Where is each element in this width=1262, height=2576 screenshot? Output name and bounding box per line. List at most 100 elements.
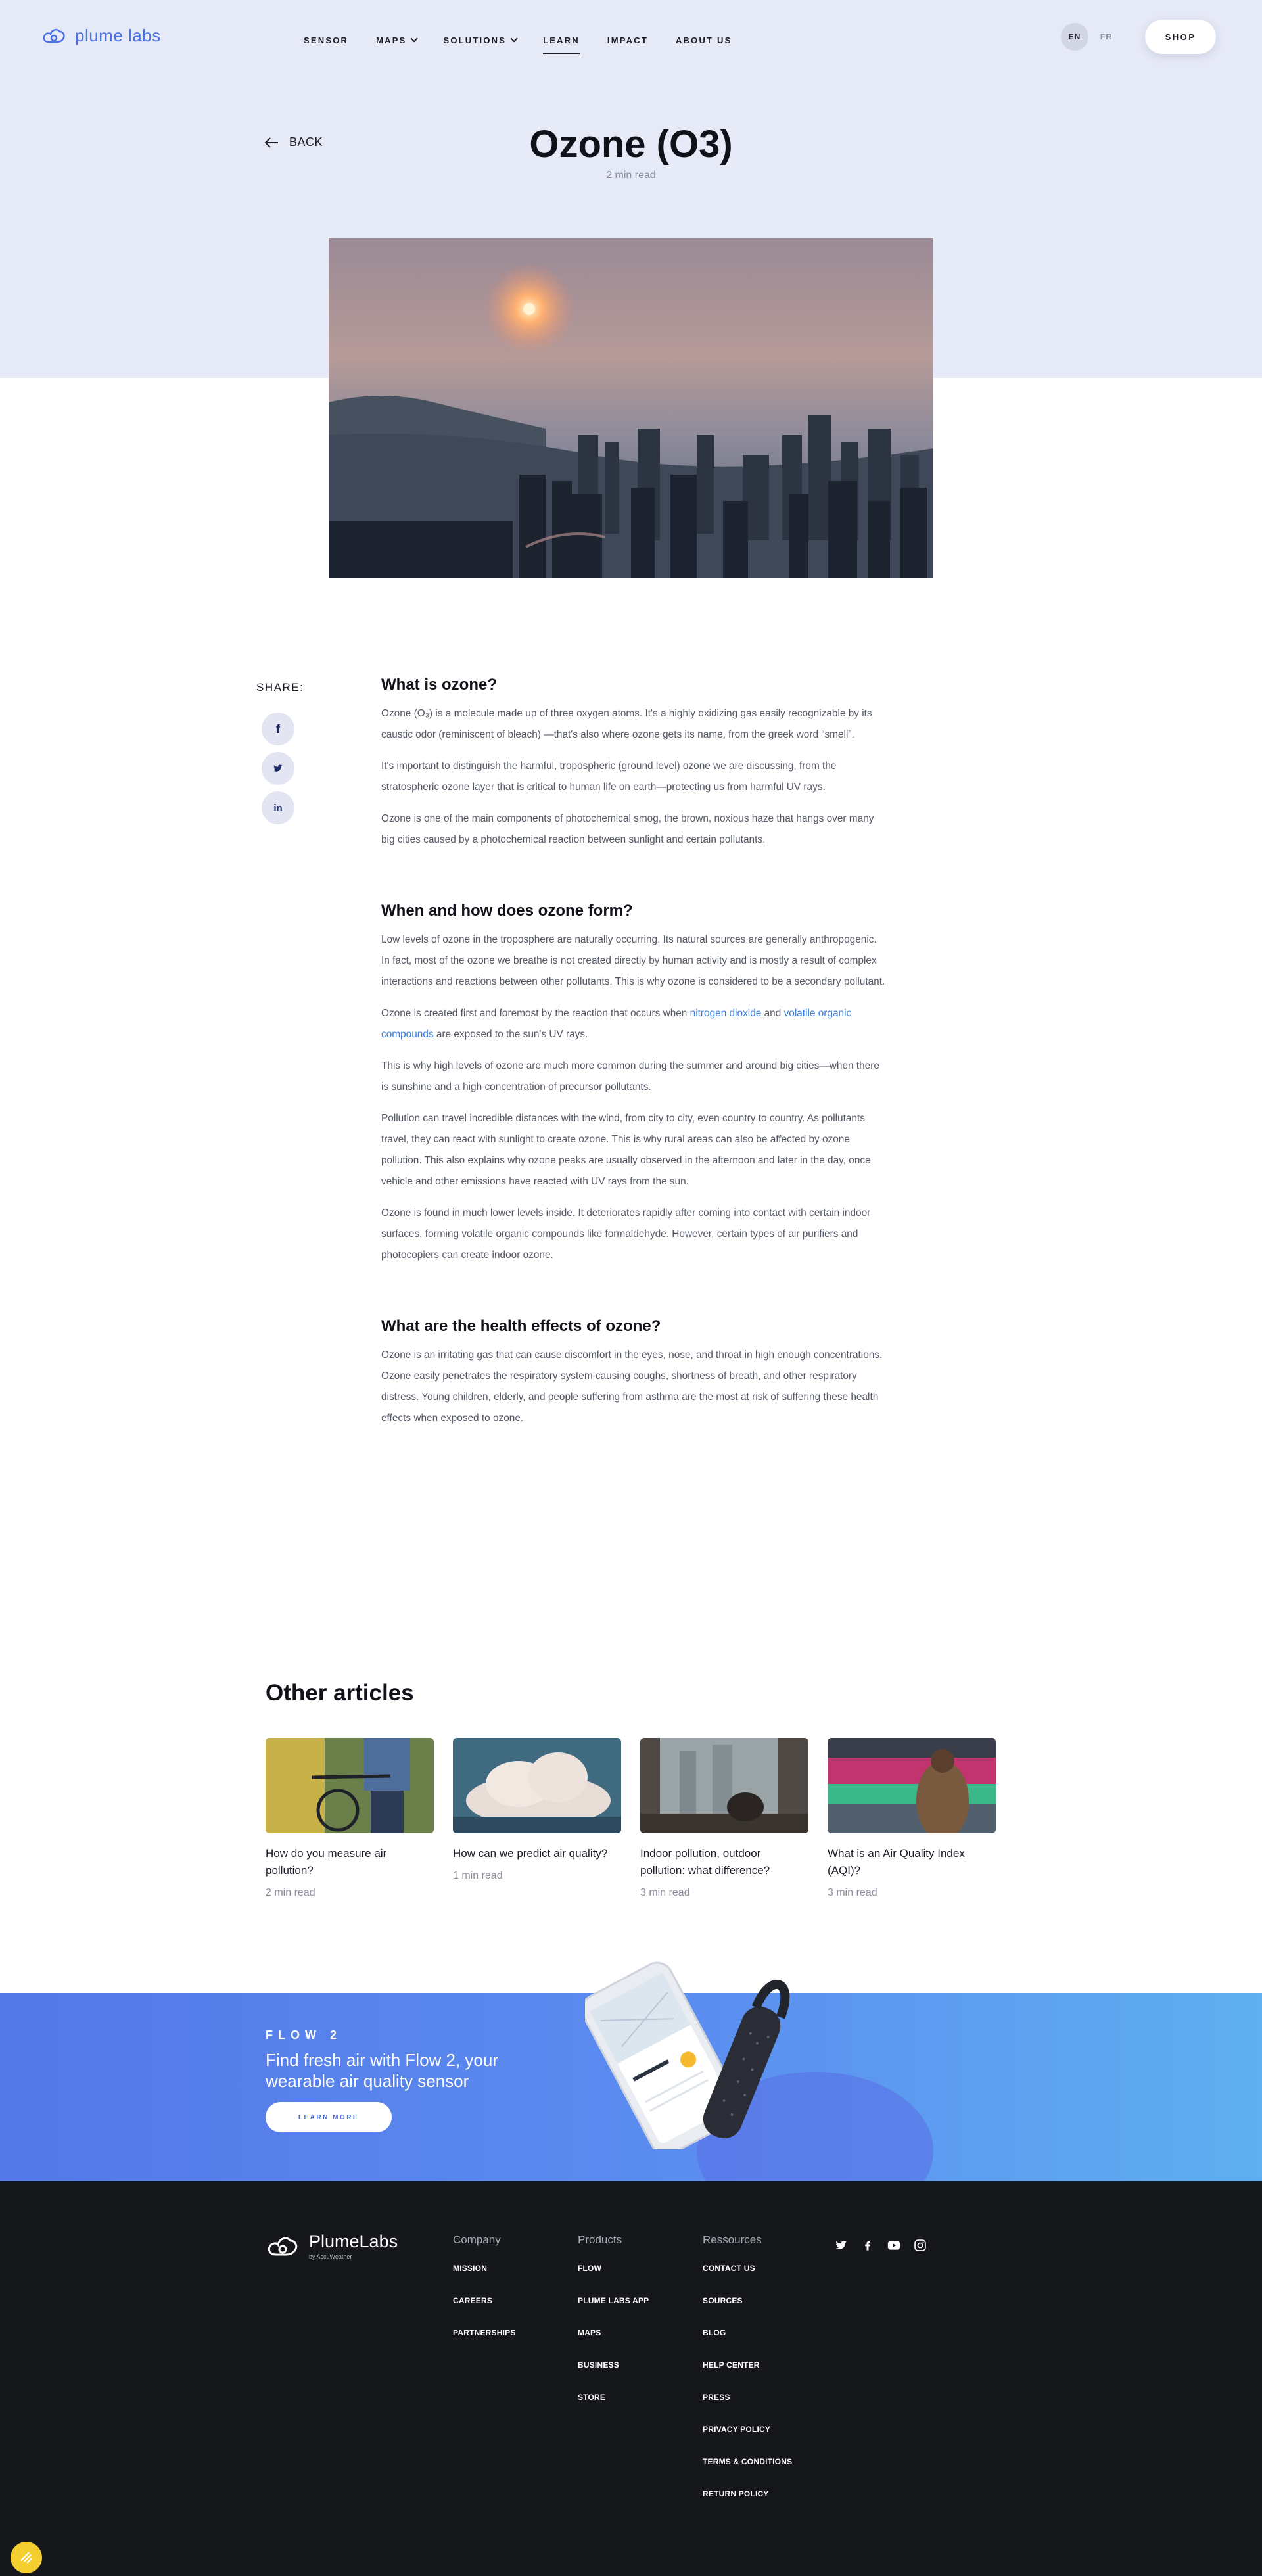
nav-about-us-label: ABOUT US	[675, 35, 732, 45]
nav-sensor-label: SENSOR	[304, 35, 349, 45]
article-body: What is ozone? Ozone (O₃) is a molecule …	[381, 676, 887, 1480]
footer-logo-sub: by AccuWeather	[309, 2253, 352, 2260]
twitter-icon[interactable]	[833, 2237, 849, 2253]
footer-link[interactable]: CAREERS	[453, 2296, 516, 2328]
footer-socials	[833, 2237, 928, 2253]
paragraph: It's important to distinguish the harmfu…	[381, 761, 837, 793]
footer-link[interactable]: HELP CENTER	[703, 2360, 792, 2393]
plume-logo-icon	[268, 2237, 298, 2256]
card-thumbnail-cyclist	[266, 1738, 434, 1833]
hero-image-smoggy-city	[329, 238, 933, 578]
section-heading: What are the health effects of ozone?	[381, 1317, 661, 1335]
paragraph: Ozone is found in much lower levels insi…	[381, 1207, 871, 1261]
footer-link[interactable]: CONTACT US	[703, 2264, 792, 2296]
footer-link[interactable]: PLUME LABS APP	[578, 2296, 649, 2328]
share-linkedin-button[interactable]: in	[262, 791, 294, 824]
footer-column-resources: Ressources CONTACT US SOURCES BLOG HELP …	[703, 2234, 792, 2521]
footer-link[interactable]: BUSINESS	[578, 2360, 649, 2393]
paragraph: Ozone is an irritating gas that can caus…	[381, 1349, 883, 1424]
card-read-time: 3 min read	[640, 1887, 690, 1898]
page-title: Ozone (O3)	[529, 123, 733, 166]
twitter-icon	[273, 764, 283, 772]
section-what-is-ozone: What is ozone? Ozone (O₃) is a molecule …	[381, 676, 887, 851]
text-fragment: are exposed to the sun's UV rays.	[433, 1029, 588, 1040]
nav-impact-label: IMPACT	[607, 35, 648, 45]
footer-logo[interactable]: PlumeLabs by AccuWeather	[266, 2231, 398, 2260]
text-fragment: Ozone is created first and foremost by t…	[381, 1008, 690, 1019]
card-thumbnail-clouds	[453, 1738, 621, 1833]
facebook-icon[interactable]	[860, 2237, 876, 2253]
footer-link[interactable]: TERMS & CONDITIONS	[703, 2457, 792, 2489]
lang-en-button[interactable]: EN	[1061, 23, 1088, 51]
article-card[interactable]: What is an Air Quality Index (AQI)? 3 mi…	[828, 1738, 996, 1899]
article-card[interactable]: Indoor pollution, outdoor pollution: wha…	[640, 1738, 808, 1899]
article-card[interactable]: How can we predict air quality? 1 min re…	[453, 1738, 621, 1882]
section-health-effects: What are the health effects of ozone? Oz…	[381, 1317, 887, 1429]
footer-link[interactable]: PRIVACY POLICY	[703, 2425, 792, 2457]
cloud-logo-icon	[43, 28, 65, 43]
nav-sensor[interactable]: SENSOR	[304, 29, 348, 51]
card-title: Indoor pollution, outdoor pollution: wha…	[640, 1847, 770, 1877]
footer-column-heading: Ressources	[703, 2234, 762, 2246]
footer-link[interactable]: FLOW	[578, 2264, 649, 2296]
plume-labs-logo[interactable]: plume labs	[41, 24, 161, 47]
youtube-icon[interactable]	[886, 2237, 902, 2253]
learn-more-button[interactable]: LEARN MORE	[266, 2102, 392, 2132]
footer-link[interactable]: PRESS	[703, 2393, 792, 2425]
card-thumbnail-commuter	[828, 1738, 996, 1833]
footer-column-heading: Products	[578, 2234, 622, 2246]
footer-logo-name: PlumeLabs	[309, 2231, 398, 2251]
chevron-down-icon	[510, 35, 518, 43]
linkedin-icon: in	[273, 802, 283, 814]
article-card[interactable]: How do you measure air pollution? 2 min …	[266, 1738, 434, 1899]
paragraph: Ozone (O₃) is a molecule made up of thre…	[381, 708, 872, 740]
shop-button[interactable]: SHOP	[1145, 20, 1216, 54]
support-chat-button[interactable]	[11, 2542, 42, 2573]
card-thumbnail-window	[640, 1738, 808, 1833]
share-facebook-button[interactable]: f	[262, 713, 294, 745]
banner-headline: Find fresh air with Flow 2, your wearabl…	[266, 2050, 499, 2091]
nav-maps[interactable]: MAPS	[376, 29, 419, 51]
footer-column-heading: Company	[453, 2234, 501, 2246]
card-title: How do you measure air pollution?	[266, 1847, 387, 1877]
nav-learn[interactable]: LEARN	[543, 29, 580, 54]
share-twitter-button[interactable]	[262, 752, 294, 785]
other-articles-heading: Other articles	[266, 1680, 414, 1706]
footer-link[interactable]: STORE	[578, 2393, 649, 2425]
instagram-icon[interactable]	[912, 2237, 928, 2253]
footer-link[interactable]: MAPS	[578, 2328, 649, 2360]
nitrogen-dioxide-link[interactable]: nitrogen dioxide	[690, 1008, 762, 1019]
facebook-icon: f	[276, 722, 280, 736]
paragraph: Ozone is one of the main components of p…	[381, 813, 874, 845]
flow2-device-image	[585, 1946, 822, 2149]
main-menu: SENSOR MAPS SOLUTIONS LEARN IMPACT ABOUT…	[304, 29, 759, 54]
top-navigation: plume labs SENSOR MAPS SOLUTIONS LEARN I…	[0, 0, 1262, 72]
card-title: How can we predict air quality?	[453, 1847, 608, 1860]
card-title: What is an Air Quality Index (AQI)?	[828, 1847, 965, 1877]
nav-impact[interactable]: IMPACT	[607, 29, 648, 51]
footer-link[interactable]: SOURCES	[703, 2296, 792, 2328]
footer-column-company: Company MISSION CAREERS PARTNERSHIPS	[453, 2234, 516, 2360]
footer-link[interactable]: BLOG	[703, 2328, 792, 2360]
read-time: 2 min read	[606, 170, 656, 181]
card-read-time: 2 min read	[266, 1887, 316, 1898]
banner-eyebrow: FLOW 2	[266, 2028, 342, 2042]
chevron-down-icon	[410, 35, 419, 43]
footer-link[interactable]: PARTNERSHIPS	[453, 2328, 516, 2360]
nav-solutions-label: SOLUTIONS	[443, 35, 507, 45]
card-read-time: 3 min read	[828, 1887, 877, 1898]
nav-about-us[interactable]: ABOUT US	[676, 29, 732, 51]
logo-text: plume labs	[75, 25, 161, 45]
nav-maps-label: MAPS	[376, 35, 407, 45]
paragraph: This is why high levels of ozone are muc…	[381, 1060, 879, 1092]
nav-learn-label: LEARN	[543, 35, 580, 45]
section-heading: When and how does ozone form?	[381, 902, 633, 920]
section-how-ozone-forms: When and how does ozone form? Low levels…	[381, 902, 887, 1266]
nav-solutions[interactable]: SOLUTIONS	[443, 29, 518, 51]
text-fragment: and	[761, 1008, 784, 1019]
lang-fr-button[interactable]: FR	[1096, 23, 1116, 51]
card-read-time: 1 min read	[453, 1870, 503, 1881]
paragraph: Pollution can travel incredible distance…	[381, 1113, 871, 1187]
footer-link[interactable]: MISSION	[453, 2264, 516, 2296]
footer-link[interactable]: RETURN POLICY	[703, 2489, 792, 2521]
